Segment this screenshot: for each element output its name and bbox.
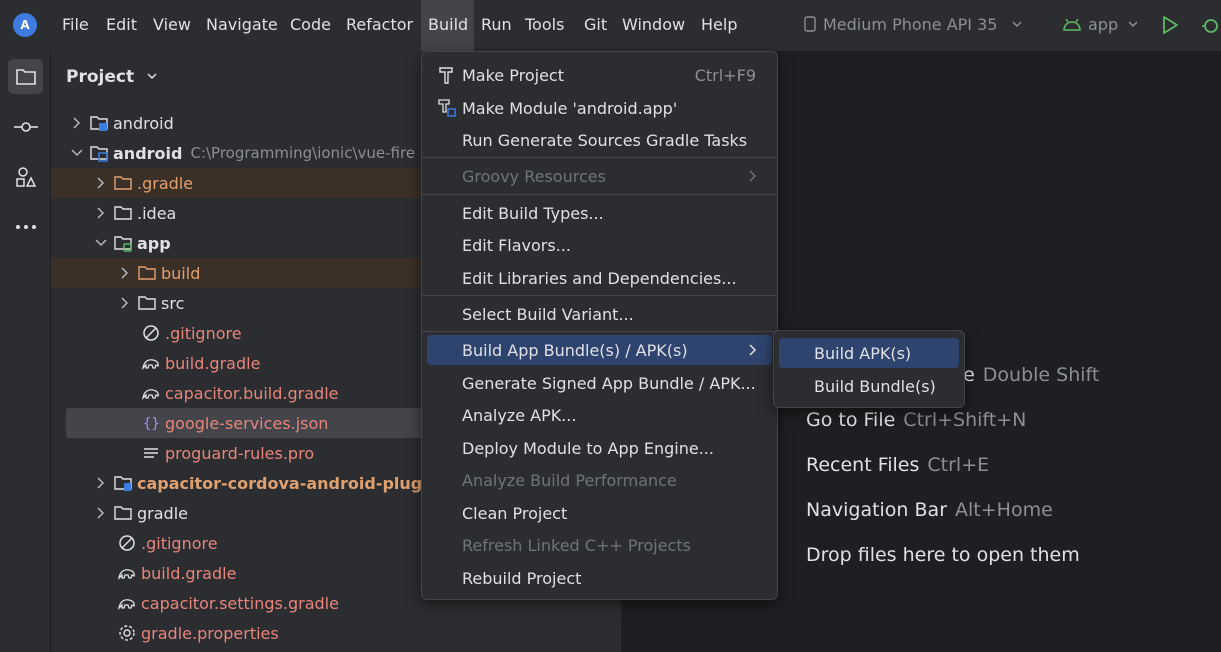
more-horizontal-icon	[15, 224, 36, 229]
run-config-selector[interactable]: app	[1062, 15, 1139, 34]
menu-separator	[422, 295, 777, 296]
menu-build[interactable]: Build	[428, 15, 468, 37]
hint-navigation-bar: Navigation Bar Alt+Home	[806, 499, 1053, 521]
ignore-file-icon	[143, 325, 159, 341]
project-tool-button[interactable]	[8, 59, 43, 94]
excluded-folder-icon	[114, 176, 132, 190]
menu-item-build-app-bundle[interactable]: Build App Bundle(s) / APK(s)	[427, 335, 772, 365]
module-folder-icon	[90, 116, 108, 131]
menu-window[interactable]: Window	[622, 15, 685, 37]
resource-manager-tool-button[interactable]	[8, 159, 43, 194]
module-folder-icon	[90, 146, 108, 162]
menu-item-deploy-app-engine[interactable]: Deploy Module to App Engine...	[427, 433, 772, 463]
menu-item-run-generate-sources[interactable]: Run Generate Sources Gradle Tasks	[427, 125, 772, 155]
menu-git[interactable]: Git	[584, 15, 607, 37]
tree-row-gradle-properties[interactable]: gradle.properties	[51, 618, 622, 648]
menu-code[interactable]: Code	[290, 15, 331, 37]
chevron-right-icon[interactable]	[93, 505, 109, 521]
android-icon	[1063, 18, 1081, 31]
gradle-elephant-icon	[118, 569, 135, 580]
title-bar: A File Edit View Navigate Code Refactor …	[0, 0, 1221, 51]
phone-icon	[804, 16, 816, 32]
hint-go-to-file: Go to File Ctrl+Shift+N	[806, 409, 1027, 431]
menu-item-edit-flavors[interactable]: Edit Flavors...	[427, 230, 772, 260]
json-file-icon: {}	[143, 416, 160, 432]
text-file-icon	[144, 448, 158, 458]
menu-item-analyze-build-performance[interactable]: Analyze Build Performance	[427, 465, 772, 495]
project-view-selector[interactable]: Project	[66, 67, 158, 87]
build-apk-submenu: Build APK(s) Build Bundle(s)	[773, 330, 965, 408]
menu-item-refresh-cpp[interactable]: Refresh Linked C++ Projects	[427, 530, 772, 560]
device-selector[interactable]: Medium Phone API 35	[803, 15, 1023, 34]
folder-icon	[138, 296, 156, 310]
menu-refactor[interactable]: Refactor	[346, 15, 413, 37]
menu-separator	[422, 157, 777, 158]
chevron-down-icon[interactable]	[93, 235, 109, 251]
gradle-elephant-icon	[118, 599, 135, 610]
chevron-right-icon[interactable]	[93, 205, 109, 221]
library-module-folder-icon	[114, 476, 132, 491]
chevron-right-icon[interactable]	[69, 115, 85, 131]
menu-separator	[422, 331, 777, 332]
menu-tools[interactable]: Tools	[525, 15, 564, 37]
menu-separator	[422, 194, 777, 195]
menu-run[interactable]: Run	[481, 15, 512, 37]
menu-item-edit-build-types[interactable]: Edit Build Types...	[427, 198, 772, 228]
menu-item-edit-libraries[interactable]: Edit Libraries and Dependencies...	[427, 263, 772, 293]
chevron-right-icon	[749, 170, 757, 182]
menu-view[interactable]: View	[153, 15, 191, 37]
excluded-folder-icon	[138, 266, 156, 280]
submenu-item-build-apk[interactable]: Build APK(s)	[779, 338, 959, 368]
menu-item-make-module[interactable]: Make Module 'android.app'	[427, 93, 772, 123]
menu-item-groovy-resources[interactable]: Groovy Resources	[427, 161, 772, 191]
chevron-down-icon	[1012, 21, 1022, 28]
tool-window-strip	[0, 51, 51, 652]
chevron-down-icon[interactable]	[69, 145, 85, 161]
chevron-right-icon	[749, 344, 757, 356]
submenu-item-build-bundle[interactable]: Build Bundle(s)	[779, 371, 959, 401]
menu-item-rebuild-project[interactable]: Rebuild Project	[427, 563, 772, 593]
run-icon[interactable]	[1160, 15, 1180, 35]
chevron-right-icon[interactable]	[117, 265, 133, 281]
menu-help[interactable]: Help	[701, 15, 737, 37]
hint-search-everywhere: ereDouble Shift	[944, 364, 1100, 386]
menu-item-generate-signed[interactable]: Generate Signed App Bundle / APK...	[427, 368, 772, 398]
folder-icon	[114, 206, 132, 220]
shapes-icon	[15, 166, 36, 187]
make-module-icon	[438, 99, 456, 117]
folder-icon	[114, 506, 132, 520]
build-menu-dropdown: Make Project Ctrl+F9 Make Module 'androi…	[421, 51, 778, 600]
menu-item-make-project[interactable]: Make Project Ctrl+F9	[427, 60, 772, 90]
debug-icon[interactable]	[1200, 14, 1221, 36]
folder-icon	[15, 68, 36, 85]
app-module-folder-icon	[114, 236, 132, 252]
commit-tool-button[interactable]	[8, 109, 43, 144]
hammer-icon	[439, 67, 453, 84]
settings-gear-icon	[119, 625, 135, 641]
android-studio-logo-icon[interactable]: A	[13, 13, 37, 37]
more-tools-button[interactable]	[8, 209, 43, 244]
gradle-elephant-icon	[142, 359, 159, 370]
svg-text:{}: {}	[143, 416, 160, 432]
commit-icon	[13, 121, 38, 132]
ignore-file-icon	[119, 535, 135, 551]
chevron-down-icon	[1128, 21, 1138, 28]
menu-edit[interactable]: Edit	[106, 15, 137, 37]
menu-file[interactable]: File	[62, 15, 89, 37]
gradle-elephant-icon	[142, 389, 159, 400]
menu-item-clean-project[interactable]: Clean Project	[427, 498, 772, 528]
chevron-right-icon[interactable]	[93, 475, 109, 491]
chevron-right-icon[interactable]	[93, 175, 109, 191]
chevron-down-icon	[147, 73, 157, 80]
menu-item-analyze-apk[interactable]: Analyze APK...	[427, 400, 772, 430]
menu-navigate[interactable]: Navigate	[206, 15, 278, 37]
menu-item-select-build-variant[interactable]: Select Build Variant...	[427, 299, 772, 329]
hint-recent-files: Recent Files Ctrl+E	[806, 454, 990, 476]
hint-drop-files: Drop files here to open them	[806, 544, 1080, 566]
chevron-right-icon[interactable]	[117, 295, 133, 311]
